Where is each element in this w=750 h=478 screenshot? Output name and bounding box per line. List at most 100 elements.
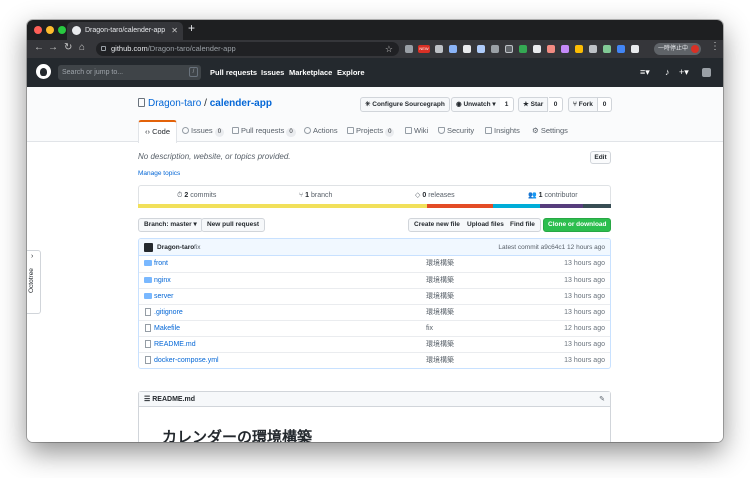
- commit-message-link[interactable]: 環境構築: [426, 305, 454, 320]
- file-row[interactable]: .gitignore 環境構築 13 hours ago: [139, 304, 610, 320]
- extension-icon[interactable]: [603, 45, 611, 53]
- tab-insights[interactable]: Insights: [485, 120, 520, 142]
- nav-marketplace[interactable]: Marketplace: [289, 58, 332, 87]
- new-pull-request-button[interactable]: New pull request: [201, 218, 266, 232]
- language-segment[interactable]: [426, 204, 493, 208]
- extension-icon[interactable]: [589, 45, 597, 53]
- clone-or-download-button[interactable]: Clone or download ▾: [543, 218, 611, 240]
- language-segment[interactable]: [540, 204, 583, 208]
- search-input[interactable]: Search or jump to... /: [58, 65, 201, 80]
- home-icon[interactable]: ⌂: [79, 42, 85, 53]
- commit-message-link[interactable]: fix: [426, 321, 433, 336]
- watch-count[interactable]: 1: [500, 97, 514, 112]
- github-logo-icon[interactable]: [36, 64, 51, 79]
- language-segment[interactable]: [492, 204, 541, 208]
- hamburger-menu-icon[interactable]: ≡▾: [640, 67, 650, 78]
- file-name-link[interactable]: server: [154, 289, 173, 304]
- close-window-button[interactable]: [34, 26, 42, 34]
- branch-select-button[interactable]: Branch: master ▾: [138, 218, 203, 232]
- edit-description-button[interactable]: Edit: [590, 151, 611, 164]
- tab-actions[interactable]: Actions: [304, 120, 338, 142]
- extension-icon[interactable]: [561, 45, 569, 53]
- extension-icon[interactable]: [463, 45, 471, 53]
- minimize-window-button[interactable]: [46, 26, 54, 34]
- commit-message-link[interactable]: 環境構築: [426, 353, 454, 368]
- fork-count[interactable]: 0: [598, 97, 612, 112]
- close-tab-icon[interactable]: ✕: [171, 22, 178, 40]
- create-new-file-button[interactable]: Create new file: [408, 218, 466, 232]
- language-segment[interactable]: [582, 204, 611, 208]
- extension-icon[interactable]: [575, 45, 583, 53]
- repo-owner-link[interactable]: Dragon-taro: [148, 98, 201, 109]
- tab-pull-requests[interactable]: Pull requests 0: [232, 120, 296, 142]
- commit-message-link[interactable]: fix: [194, 239, 201, 256]
- file-name-link[interactable]: .gitignore: [154, 305, 183, 320]
- nav-pull-requests[interactable]: Pull requests: [210, 58, 257, 87]
- file-row[interactable]: Makefile fix 12 hours ago: [139, 320, 610, 336]
- forward-icon[interactable]: →: [48, 42, 58, 53]
- manage-topics-link[interactable]: Manage topics: [138, 170, 180, 177]
- tab-code[interactable]: ‹› Code: [138, 120, 178, 143]
- extension-icon[interactable]: [405, 45, 413, 53]
- nav-explore[interactable]: Explore: [337, 58, 365, 87]
- new-badge-extension-icon[interactable]: NEW: [418, 45, 430, 53]
- reload-icon[interactable]: ↻: [64, 42, 72, 53]
- file-row[interactable]: README.md 環境構築 13 hours ago: [139, 336, 610, 352]
- commit-author-link[interactable]: Dragon-taro: [157, 239, 194, 256]
- tab-projects[interactable]: Projects 0: [347, 120, 395, 142]
- file-name-link[interactable]: docker-compose.yml: [154, 353, 219, 368]
- unwatch-button[interactable]: ◉ Unwatch ▾: [451, 97, 501, 112]
- extension-icon[interactable]: [449, 45, 457, 53]
- tab-wiki[interactable]: Wiki: [405, 120, 428, 142]
- language-segment[interactable]: [138, 204, 427, 208]
- commit-message-link[interactable]: 環境構築: [426, 273, 454, 288]
- extension-icon[interactable]: [505, 45, 513, 53]
- user-avatar-icon[interactable]: [702, 68, 711, 77]
- find-file-button[interactable]: Find file: [505, 218, 541, 232]
- file-name-link[interactable]: nginx: [154, 273, 171, 288]
- bookmark-star-icon[interactable]: ☆: [385, 42, 393, 56]
- branch-link[interactable]: ⑂ 1 branch: [299, 186, 332, 205]
- new-tab-icon[interactable]: +: [188, 21, 195, 35]
- browser-menu-icon[interactable]: ⋮: [710, 41, 720, 52]
- releases-link[interactable]: ◇ 0 releases: [415, 186, 455, 205]
- extension-icon[interactable]: [519, 45, 527, 53]
- tab-settings[interactable]: ⚙ Settings: [532, 120, 568, 142]
- file-name-link[interactable]: README.md: [154, 337, 196, 352]
- contributors-link[interactable]: 👥 1 contributor: [528, 186, 578, 205]
- extension-icon[interactable]: [533, 45, 541, 53]
- commit-message-link[interactable]: 環境構築: [426, 289, 454, 304]
- file-row[interactable]: server 環境構築 13 hours ago: [139, 288, 610, 304]
- file-row[interactable]: docker-compose.yml 環境構築 13 hours ago: [139, 352, 610, 368]
- commit-message-link[interactable]: 環境構築: [426, 256, 454, 271]
- bell-icon[interactable]: ♪: [665, 67, 670, 77]
- address-bar[interactable]: github.com/Dragon-taro/calender-app ☆: [96, 42, 399, 56]
- extension-icon[interactable]: [631, 45, 639, 53]
- tab-issues[interactable]: Issues 0: [182, 120, 225, 142]
- octotree-sidebar-toggle[interactable]: › Octotree: [27, 250, 41, 314]
- star-count[interactable]: 0: [549, 97, 563, 112]
- profile-paused-button[interactable]: 一時停止中: [654, 43, 701, 55]
- star-button[interactable]: ★ Star: [518, 97, 549, 112]
- extension-icon[interactable]: [547, 45, 555, 53]
- commit-message-link[interactable]: 環境構築: [426, 337, 454, 352]
- nav-issues[interactable]: Issues: [261, 58, 284, 87]
- browser-tab[interactable]: Dragon-taro/calender-app ✕: [67, 22, 183, 40]
- commits-link[interactable]: ⏱ 2 commits: [177, 186, 216, 205]
- tab-security[interactable]: Security: [438, 120, 474, 142]
- upload-files-button[interactable]: Upload files: [462, 218, 510, 232]
- file-name-link[interactable]: Makefile: [154, 321, 180, 336]
- file-row[interactable]: nginx 環境構築 13 hours ago: [139, 272, 610, 288]
- latest-commit-info[interactable]: Latest commit a9c64c1 12 hours ago: [498, 239, 605, 256]
- extension-icon[interactable]: [491, 45, 499, 53]
- repo-name-link[interactable]: calender-app: [210, 98, 272, 109]
- zoom-window-button[interactable]: [58, 26, 66, 34]
- extension-icon[interactable]: [435, 45, 443, 53]
- file-row[interactable]: front 環境構築 13 hours ago: [139, 256, 610, 272]
- language-bar[interactable]: [138, 204, 611, 208]
- extension-icon[interactable]: [617, 45, 625, 53]
- extension-icon[interactable]: [477, 45, 485, 53]
- fork-button[interactable]: ⑂ Fork: [568, 97, 598, 112]
- pencil-edit-icon[interactable]: ✎: [599, 392, 605, 407]
- configure-sourcegraph-button[interactable]: ✳ Configure Sourcegraph: [360, 97, 450, 112]
